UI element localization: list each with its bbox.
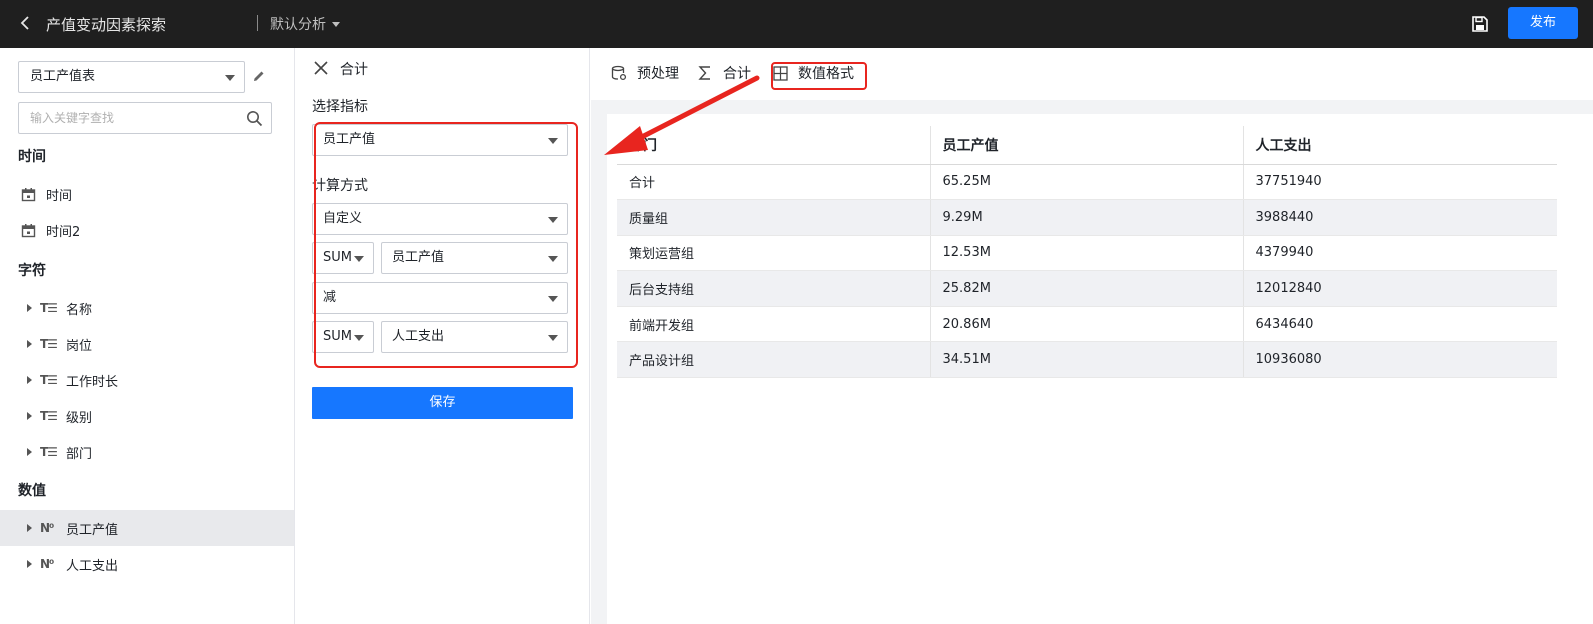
table-row: 质量组 9.29M 3988440 [617,199,1557,236]
text-type-icon: T☰ [40,373,58,387]
expand-caret-icon[interactable] [27,560,32,568]
annotation-highlight-box [314,122,578,368]
expand-caret-icon[interactable] [27,376,32,384]
table-container: 部门 员工产值 人工支出 合计 65.25M 37751940 质量组 9.29… [607,114,1593,624]
sum-label: 合计 [723,66,751,82]
analysis-dropdown[interactable]: 默认分析 [270,14,340,34]
back-chevron-icon[interactable] [16,13,36,33]
chevron-down-icon [225,75,235,81]
sum-button[interactable]: 合计 [697,63,751,83]
database-settings-icon [611,65,627,81]
data-table: 部门 员工产值 人工支出 合计 65.25M 37751940 质量组 9.29… [617,126,1557,379]
field-label: 名称 [66,302,93,318]
table-cell: 34.51M [929,341,1243,379]
table-cell: 9.29M [929,199,1243,236]
field-item-work-hours[interactable]: T☰ 工作时长 [0,362,294,398]
expand-caret-icon[interactable] [27,524,32,532]
number-type-icon: N⁰ [40,557,54,571]
table-cell: 4379940 [1242,235,1557,272]
sum-config-panel: 合计 选择指标 员工产值 计算方式 自定义 SUM 员工产值 减 SUM 人工支… [296,48,590,624]
table-row: 前端开发组 20.86M 6434640 [617,306,1557,343]
title-separator [257,15,258,31]
field-label: 部门 [66,446,93,462]
field-item-level[interactable]: T☰ 级别 [0,398,294,434]
field-label: 人工支出 [66,558,119,574]
field-label: 时间 [46,188,73,204]
column-header[interactable]: 人工支出 [1242,126,1557,165]
table-row: 合计 65.25M 37751940 [617,164,1557,201]
field-item-time2[interactable]: 时间2 [0,212,294,248]
preprocess-button[interactable]: 预处理 [611,63,679,83]
expand-caret-icon[interactable] [27,448,32,456]
field-label: 员工产值 [66,522,119,538]
table-cell: 65.25M [929,164,1243,201]
expand-caret-icon[interactable] [27,412,32,420]
field-item-employee-output[interactable]: N⁰ 员工产值 [0,510,294,546]
calendar-icon [21,223,36,237]
table-row: 策划运营组 12.53M 4379940 [617,235,1557,272]
close-icon[interactable] [314,61,328,75]
table-cell: 25.82M [929,270,1243,307]
edit-icon[interactable] [251,68,267,84]
table-select[interactable]: 员工产值表 [18,61,245,93]
table-select-value: 员工产值表 [30,69,96,84]
table-row: 产品设计组 34.51M 10936080 [617,341,1557,379]
table-cell: 后台支持组 [617,270,930,307]
expand-caret-icon[interactable] [27,304,32,312]
field-item-time[interactable]: 时间 [0,176,294,212]
table-cell: 10936080 [1242,341,1557,379]
field-item-name[interactable]: T☰ 名称 [0,290,294,326]
save-icon[interactable] [1470,14,1490,34]
field-item-labor-cost[interactable]: N⁰ 人工支出 [0,546,294,582]
preprocess-label: 预处理 [637,66,679,82]
save-button[interactable]: 保存 [312,387,573,419]
column-header[interactable]: 部门 [617,126,930,165]
section-numeric: 数值 [18,483,46,499]
table-cell: 20.86M [929,306,1243,343]
table-cell: 3988440 [1242,199,1557,236]
page-title: 产值变动因素探索 [46,16,167,34]
chevron-down-icon [332,21,340,27]
field-search[interactable] [18,102,272,134]
number-type-icon: N⁰ [40,521,54,535]
toolbar: 预处理 合计 数值格式 [591,48,1593,100]
text-type-icon: T☰ [40,409,58,423]
section-character: 字符 [18,263,46,279]
table-cell: 6434640 [1242,306,1557,343]
table-cell: 37751940 [1242,164,1557,201]
panel-title: 合计 [340,62,368,78]
field-label: 岗位 [66,338,93,354]
field-panel: 员工产值表 时间 时间 时间2 字符 T☰ 名称 T☰ 岗位 T☰ 工作时长 T… [0,48,295,624]
search-icon[interactable] [246,110,263,127]
column-header[interactable]: 员工产值 [929,126,1243,165]
top-bar: 产值变动因素探索 默认分析 发布 [0,0,1593,48]
section-time: 时间 [18,149,46,165]
preview-area: 预处理 合计 数值格式 部门 员工产值 人工支出 合计 65.25M 37751… [591,48,1593,624]
field-label: 级别 [66,410,93,426]
text-type-icon: T☰ [40,301,58,315]
text-type-icon: T☰ [40,337,58,351]
analysis-label: 默认分析 [270,17,326,33]
table-header-row: 部门 员工产值 人工支出 [617,126,1557,165]
calendar-icon [21,187,36,201]
table-cell: 产品设计组 [617,341,930,379]
field-item-position[interactable]: T☰ 岗位 [0,326,294,362]
table-cell: 前端开发组 [617,306,930,343]
field-label: 工作时长 [66,374,119,390]
table-cell: 12.53M [929,235,1243,272]
search-input[interactable] [19,103,229,133]
expand-caret-icon[interactable] [27,340,32,348]
text-type-icon: T☰ [40,445,58,459]
annotation-highlight-box [771,62,867,90]
field-item-department[interactable]: T☰ 部门 [0,434,294,470]
sigma-icon [698,66,710,80]
table-cell: 12012840 [1242,270,1557,307]
field-label: 时间2 [46,224,81,240]
table-cell: 合计 [617,164,930,201]
table-cell: 质量组 [617,199,930,236]
table-cell: 策划运营组 [617,235,930,272]
publish-button[interactable]: 发布 [1508,7,1578,39]
table-row: 后台支持组 25.82M 12012840 [617,270,1557,307]
select-metric-label: 选择指标 [312,99,368,115]
